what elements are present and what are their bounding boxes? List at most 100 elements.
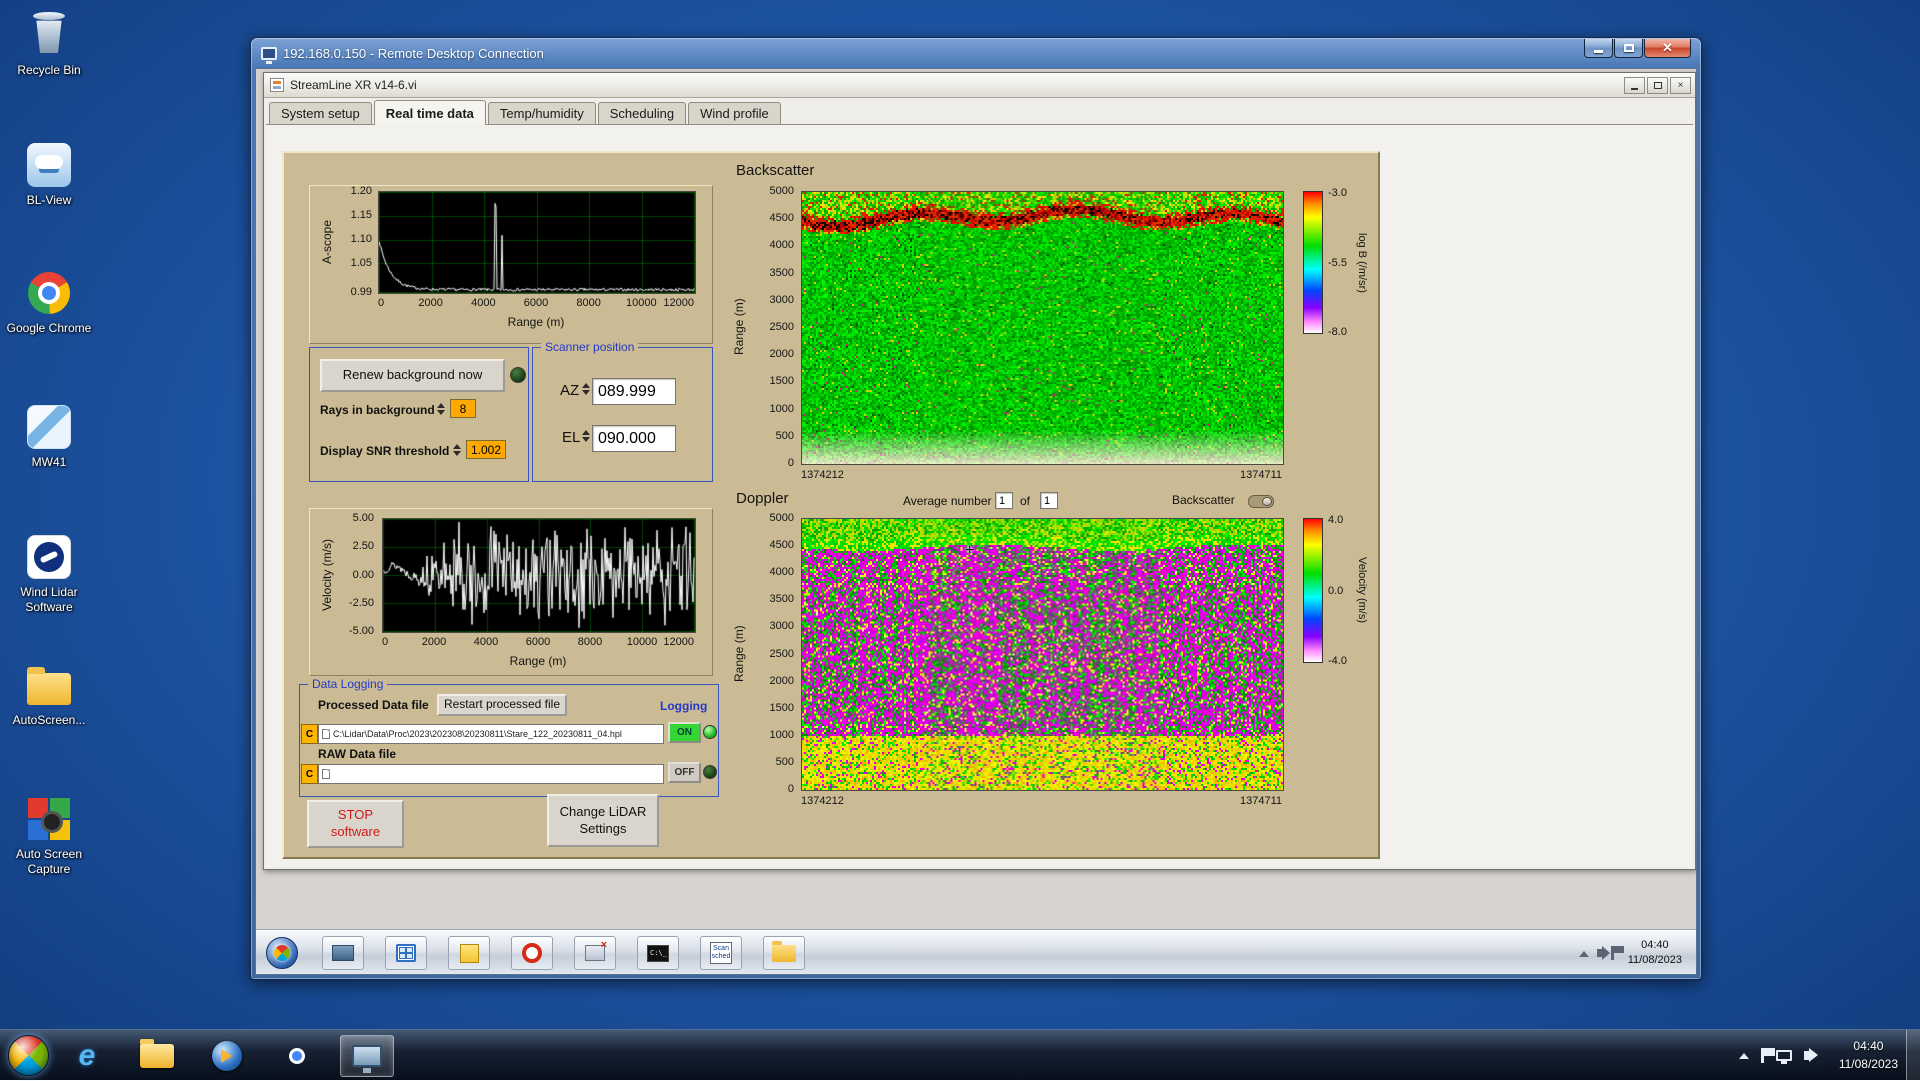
rays-spinner[interactable] <box>435 399 446 418</box>
app-minimize-button[interactable] <box>1624 77 1645 94</box>
rdp-close-button[interactable]: ✕ <box>1644 39 1691 58</box>
ascope-canvas <box>379 192 695 293</box>
tab-wind-profile[interactable]: Wind profile <box>688 102 781 124</box>
data-logging-title: Data Logging <box>308 677 387 691</box>
remote-taskbar-item-notes[interactable] <box>448 936 490 970</box>
backscatter-heatmap[interactable] <box>801 191 1284 465</box>
desktop-icon-google-chrome[interactable]: Google Chrome <box>6 268 92 336</box>
doppler-heatmap[interactable] <box>801 518 1284 791</box>
tick-label: -5.00 <box>349 625 374 637</box>
minimize-icon <box>1631 88 1638 90</box>
remote-taskbar-item-power-tool[interactable] <box>511 936 553 970</box>
remote-taskbar-item-app-blue[interactable] <box>385 936 427 970</box>
az-value-field[interactable]: 089.999 <box>592 378 676 405</box>
rdp-minimize-button[interactable] <box>1584 39 1613 58</box>
taskbar-clock[interactable]: 04:40 11/08/2023 <box>1839 1030 1898 1081</box>
desktop-icon-autoscreen[interactable]: AutoScreen... <box>6 660 92 728</box>
remote-taskbar-item-folder[interactable] <box>763 936 805 970</box>
remote-taskbar-item-scan-scheduler[interactable]: Scan sched <box>700 936 742 970</box>
remote-tray-expand-icon[interactable] <box>1579 946 1589 957</box>
folder-icon <box>772 945 796 962</box>
show-desktop-button[interactable] <box>1906 1030 1920 1081</box>
tray-expand-icon[interactable] <box>1739 1048 1749 1059</box>
ascope-plot[interactable] <box>378 191 696 294</box>
stop-software-button[interactable]: STOP software <box>307 800 404 848</box>
tab-scheduling[interactable]: Scheduling <box>598 102 686 124</box>
doppler-x-ticks: 13742121374711 <box>801 795 1282 807</box>
restart-processed-file-button[interactable]: Restart processed file <box>437 694 567 716</box>
tick-label: 2000 <box>418 297 442 309</box>
taskbar-item-explorer[interactable] <box>130 1035 184 1077</box>
velocity-plot[interactable] <box>382 518 696 633</box>
desktop-icon-label: Wind Lidar Software <box>6 585 92 615</box>
app-restore-button[interactable] <box>1647 77 1668 94</box>
tab-temp-humidity[interactable]: Temp/humidity <box>488 102 596 124</box>
rdp-titlebar[interactable]: 192.168.0.150 - Remote Desktop Connectio… <box>251 38 1701 68</box>
main-panel: Backscatter Doppler A-scope 1.201.151.10… <box>282 151 1380 859</box>
taskbar-item-media-player[interactable] <box>200 1035 254 1077</box>
processed-data-file-label: Processed Data file <box>318 698 429 712</box>
taskbar-item-internet-explorer[interactable]: e <box>60 1035 114 1077</box>
tick-label: 4500 <box>770 539 794 551</box>
remote-volume-icon[interactable] <box>1597 949 1603 957</box>
el-spinner[interactable] <box>580 426 591 445</box>
desktop-icon-mw41[interactable]: MW41 <box>6 402 92 470</box>
desktop-icon-wind-lidar[interactable]: Wind Lidar Software <box>6 532 92 615</box>
window-icon <box>332 945 354 961</box>
raw-drive-badge[interactable]: C <box>301 764 318 784</box>
tab-real-time-data[interactable]: Real time data <box>374 100 486 125</box>
processed-data-file-field[interactable]: C:\Lidar\Data\Proc\2023\202308\20230811\… <box>318 724 664 744</box>
backscatter-toggle[interactable] <box>1248 495 1274 508</box>
desktop-icon-label: MW41 <box>6 455 92 470</box>
change-lidar-settings-button[interactable]: Change LiDAR Settings <box>547 794 659 847</box>
desktop-icon-label: Google Chrome <box>6 321 92 336</box>
action-center-icon[interactable] <box>1761 1048 1764 1063</box>
backscatter-y-ticks: 5000450040003500300025002000150010005000 <box>748 191 796 463</box>
start-button[interactable] <box>8 1035 49 1076</box>
processed-drive-badge[interactable]: C <box>301 724 318 744</box>
app-titlebar[interactable]: StreamLine XR v14-6.vi × <box>264 73 1695 98</box>
remote-taskbar-item-app-window[interactable] <box>574 936 616 970</box>
raw-logging-off-switch[interactable]: OFF <box>668 762 701 783</box>
average-of-label: of <box>1020 494 1030 508</box>
raw-data-file-field[interactable] <box>318 764 664 784</box>
rdp-restore-button[interactable] <box>1614 39 1643 58</box>
rays-value[interactable]: 8 <box>450 399 476 418</box>
snr-spinner[interactable] <box>451 440 462 459</box>
tick-label: -2.50 <box>349 597 374 609</box>
desktop-icon-auto-screen-capture[interactable]: Auto Screen Capture <box>6 794 92 877</box>
app-close-button[interactable]: × <box>1670 77 1691 94</box>
remote-start-button[interactable] <box>266 937 298 969</box>
taskbar-item-chrome[interactable] <box>270 1035 324 1077</box>
desktop-icon-label: BL-View <box>6 193 92 208</box>
rdp-window: 192.168.0.150 - Remote Desktop Connectio… <box>250 37 1702 980</box>
vi-front-panel: Backscatter Doppler A-scope 1.201.151.10… <box>266 125 1693 867</box>
renew-background-button[interactable]: Renew background now <box>320 359 505 392</box>
tick-label: 2500 <box>770 648 794 660</box>
remote-clock[interactable]: 04:40 11/08/2023 <box>1622 938 1688 968</box>
rdp-window-title: 192.168.0.150 - Remote Desktop Connectio… <box>283 46 544 61</box>
scanner-position-group: Scanner position <box>532 347 713 482</box>
tick-label: 2.50 <box>353 540 374 552</box>
logging-label: Logging <box>660 699 707 713</box>
taskbar-item-remote-desktop-active[interactable] <box>340 1035 394 1077</box>
network-icon[interactable] <box>1776 1050 1792 1061</box>
az-spinner[interactable] <box>580 379 591 398</box>
average-number-field[interactable]: 1 <box>995 492 1013 509</box>
remote-action-center-icon[interactable] <box>1611 946 1614 960</box>
average-total-field[interactable]: 1 <box>1040 492 1058 509</box>
desktop-icon-bl-view[interactable]: BL-View <box>6 140 92 208</box>
increment-icon <box>437 403 445 408</box>
restore-icon <box>1624 44 1634 52</box>
tick-label: 2000 <box>422 636 446 648</box>
tick-label: 0 <box>788 457 794 469</box>
volume-icon[interactable] <box>1804 1051 1810 1060</box>
tab-system-setup[interactable]: System setup <box>269 102 372 124</box>
chrome-icon <box>282 1041 312 1071</box>
remote-taskbar-item-explorer[interactable] <box>322 936 364 970</box>
processed-logging-on-switch[interactable]: ON <box>668 722 701 743</box>
snr-value[interactable]: 1.002 <box>466 440 506 459</box>
desktop-icon-recycle-bin[interactable]: Recycle Bin <box>6 10 92 78</box>
el-value-field[interactable]: 090.000 <box>592 425 676 452</box>
remote-taskbar-item-command-prompt[interactable]: C:\_ <box>637 936 679 970</box>
